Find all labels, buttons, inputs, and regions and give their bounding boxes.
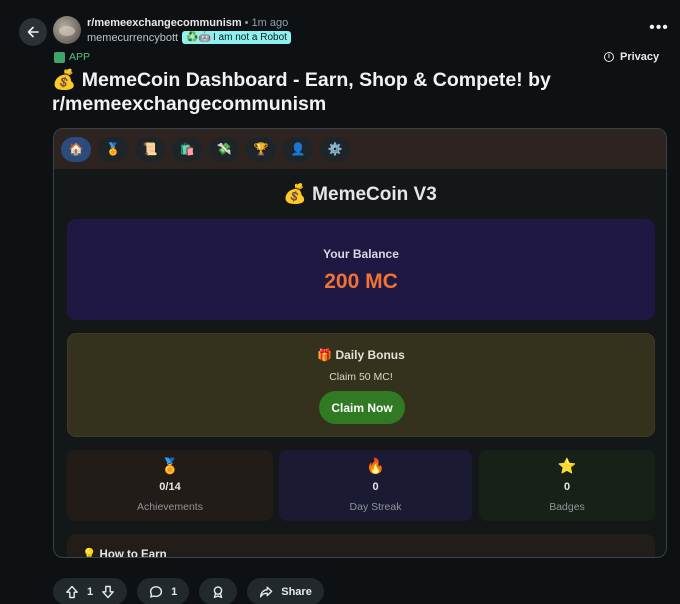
app-tag: APP [54, 51, 90, 63]
stat-day-streak: 🔥 0 Day Streak [279, 450, 472, 521]
subreddit-link[interactable]: r/memeexchangecommunism [87, 17, 242, 29]
vote-count: 1 [87, 585, 94, 598]
how-to-earn-title: 💡 How to Earn [82, 549, 167, 558]
nav-settings-button[interactable]: ⚙️ [320, 136, 350, 162]
daily-bonus-title: 🎁 Daily Bonus [317, 348, 405, 362]
nav-profile-button[interactable]: 👤 [283, 136, 313, 162]
comments-button[interactable]: 1 [137, 578, 190, 604]
app-tag-label: APP [69, 51, 91, 63]
post-meta: r/memeexchangecommunism • 1m ago [87, 17, 288, 29]
shopping-bags-icon: 🛍️ [179, 142, 195, 156]
fire-icon: 🔥 [366, 458, 385, 475]
nav-shop-button[interactable]: 🛍️ [172, 136, 202, 162]
balance-label: Your Balance [323, 247, 399, 261]
comment-count: 1 [171, 585, 178, 598]
nav-home-button[interactable]: 🏠 [61, 136, 91, 162]
medal-icon: 🏅 [160, 458, 180, 475]
nav-history-button[interactable]: 📜 [135, 136, 165, 162]
post-title[interactable]: 💰 MemeCoin Dashboard - Earn, Shop & Comp… [52, 68, 612, 116]
stat-label: Badges [549, 501, 585, 513]
stat-value: 0 [563, 481, 571, 493]
privacy-label: Privacy [620, 51, 660, 63]
flair-emoji: ♻️🤖 [186, 32, 211, 43]
subreddit-avatar[interactable] [53, 16, 81, 44]
app-title: 💰 MemeCoin V3 [283, 184, 437, 205]
vote-control: 1 [53, 578, 128, 604]
daily-bonus-card: 🎁 Daily Bonus Claim 50 MC! Claim Now [67, 333, 655, 437]
flair-text: I am not a Robot [213, 32, 287, 43]
share-button[interactable]: Share [247, 578, 324, 604]
stat-achievements: 🏅 0/14 Achievements [67, 450, 273, 521]
stat-label: Achievements [137, 501, 203, 513]
how-to-earn-card: 💡 How to Earn [67, 534, 655, 558]
scroll-icon: 📜 [142, 142, 158, 156]
gear-icon: ⚙️ [327, 142, 343, 156]
back-button[interactable] [19, 18, 47, 46]
privacy-button[interactable]: i Privacy [604, 51, 659, 63]
money-wings-icon: 💸 [216, 142, 232, 156]
star-icon: ⭐ [557, 458, 577, 475]
nav-leaderboard-button[interactable]: 🏆 [246, 136, 276, 162]
post-time: 1m ago [251, 17, 289, 29]
stat-value: 0 [372, 481, 379, 493]
arrow-left-icon [27, 26, 39, 38]
upvote-icon[interactable] [65, 585, 79, 599]
meta-separator: • [244, 17, 249, 29]
author-username[interactable]: memecurrencybott [87, 32, 178, 44]
comment-icon [150, 585, 163, 598]
post-action-bar: 1 1 Share [53, 578, 324, 604]
balance-card: Your Balance 200 MC [67, 219, 655, 320]
more-options-button[interactable]: ••• [648, 20, 670, 40]
nav-achievements-button[interactable]: 🏅 [98, 136, 128, 162]
app-cube-icon [54, 51, 65, 63]
stat-badges: ⭐ 0 Badges [479, 450, 655, 521]
daily-bonus-subtitle: Claim 50 MC! [329, 371, 393, 383]
user-flair: ♻️🤖 I am not a Robot [182, 31, 291, 44]
downvote-icon[interactable] [101, 585, 115, 599]
home-icon: 🏠 [68, 142, 84, 156]
nav-earn-button[interactable]: 💸 [209, 136, 239, 162]
share-label: Share [281, 585, 312, 598]
app-nav-bar: 🏠 🏅 📜 🛍️ 💸 🏆 👤 ⚙️ [54, 129, 666, 169]
user-icon: 👤 [290, 142, 306, 156]
author-line: memecurrencybott ♻️🤖 I am not a Robot [87, 31, 291, 44]
share-icon [260, 586, 273, 597]
award-icon [213, 585, 223, 598]
trophy-icon: 🏆 [253, 142, 269, 156]
app-frame: 🏠 🏅 📜 🛍️ 💸 🏆 👤 ⚙️ 💰 MemeCoin V3 Your Bal… [53, 128, 667, 558]
medal-icon: 🏅 [105, 142, 121, 156]
stat-value: 0/14 [159, 481, 181, 493]
balance-value: 200 MC [324, 270, 398, 293]
award-button[interactable] [199, 578, 238, 604]
stat-label: Day Streak [349, 501, 402, 513]
info-icon: i [604, 52, 614, 62]
claim-now-button[interactable]: Claim Now [319, 391, 405, 424]
